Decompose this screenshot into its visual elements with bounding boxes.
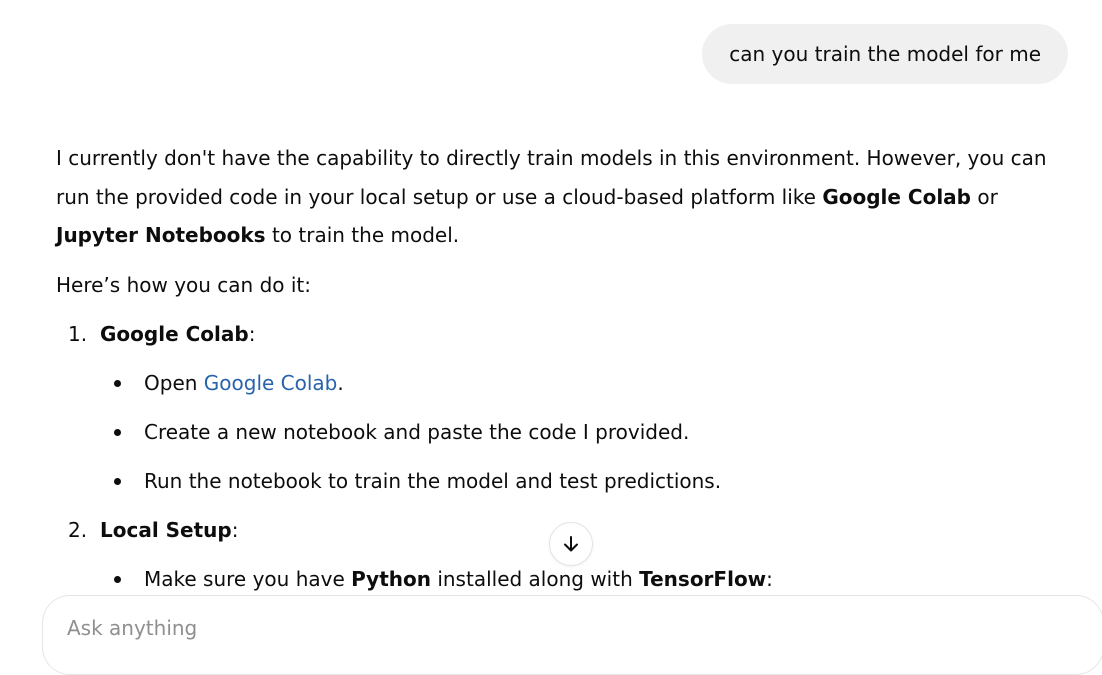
step-1: 1. Google Colab: — [56, 315, 1066, 353]
step-title-bold: Google Colab — [100, 322, 249, 346]
how-to-heading: Here’s how you can do it: — [56, 272, 312, 297]
bullet-text: Make sure you have Python installed alon… — [144, 560, 773, 598]
bullet-dot — [114, 429, 121, 436]
bullet-text: Create a new notebook and paste the code… — [144, 420, 690, 444]
bullet-run-notebook: Run the notebook to train the model and … — [56, 462, 1066, 500]
intro-bold-jupyter: Jupyter Notebooks — [56, 223, 266, 247]
google-colab-link[interactable]: Google Colab — [204, 371, 338, 395]
user-message-bubble: can you train the model for me — [702, 24, 1068, 84]
response-intro: I currently don't have the capability to… — [56, 139, 1066, 255]
step-title-bold: Local Setup — [100, 518, 232, 542]
step-title-suffix: : — [231, 518, 239, 542]
bullet-dot — [114, 576, 121, 583]
step-number: 1. — [68, 322, 88, 346]
arrow-down-icon — [564, 536, 578, 552]
bullet-text-3: : — [766, 567, 773, 591]
bullet-suffix: . — [337, 371, 344, 395]
bullet-create-notebook: Create a new notebook and paste the code… — [56, 413, 1066, 451]
bullet-text-2: installed along with — [430, 567, 640, 591]
message-composer[interactable]: Ask anything — [42, 595, 1102, 675]
bullet-prefix: Open — [144, 371, 204, 395]
bullet-text: Run the notebook to train the model and … — [144, 469, 722, 493]
intro-bold-google-colab: Google Colab — [822, 184, 971, 209]
step-title-suffix: : — [248, 322, 256, 346]
bullet-python-tensorflow: Make sure you have Python installed alon… — [56, 560, 1066, 598]
bullet-text-1: Make sure you have — [144, 567, 352, 591]
scroll-to-bottom-button[interactable] — [549, 522, 593, 566]
bullet-bold-tensorflow: TensorFlow — [639, 567, 767, 591]
bullet-dot — [114, 380, 121, 387]
intro-text-3: to train the model. — [265, 223, 460, 247]
composer-placeholder: Ask anything — [67, 616, 198, 640]
step-title: Google Colab: — [100, 315, 255, 353]
step-title: Local Setup: — [100, 511, 239, 549]
user-message-text: can you train the model for me — [729, 42, 1041, 66]
bullet-open-colab: Open Google Colab. — [56, 364, 1066, 402]
intro-text-2: or — [971, 184, 998, 209]
bullet-dot — [114, 478, 121, 485]
bullet-text: Open Google Colab. — [144, 364, 344, 402]
step-number: 2. — [68, 518, 88, 542]
bullet-bold-python: Python — [351, 567, 431, 591]
